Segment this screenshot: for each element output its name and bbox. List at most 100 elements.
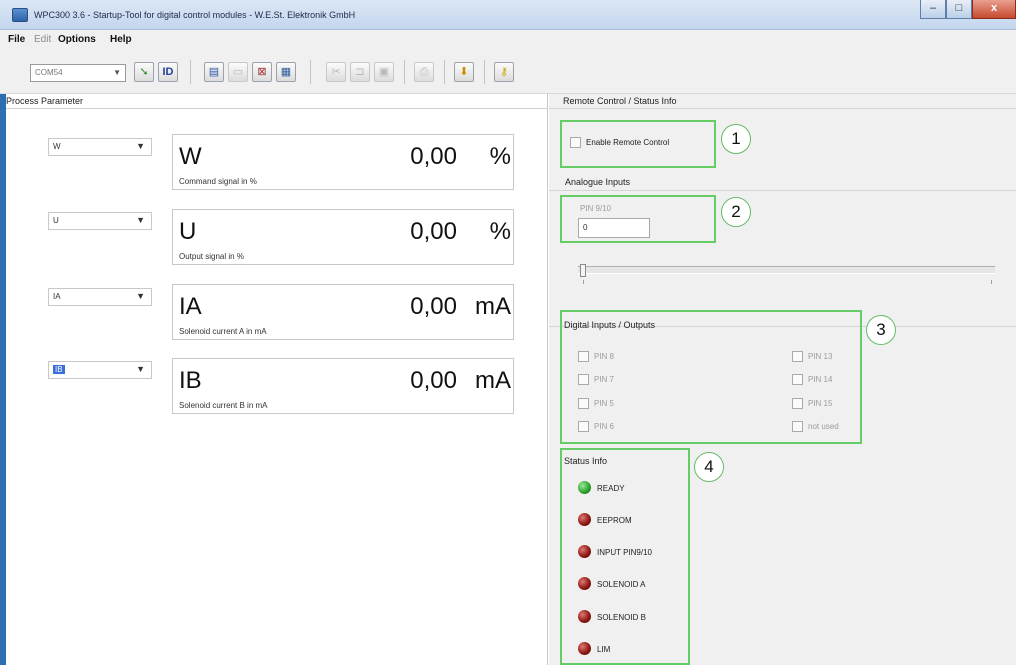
slider-tick xyxy=(583,280,584,284)
digital-pin-label: PIN 8 xyxy=(594,352,615,361)
analogue-slider-track xyxy=(578,266,995,274)
digital-pin-checkbox[interactable] xyxy=(792,421,803,432)
enable-remote-checkbox[interactable] xyxy=(570,137,581,148)
oscilloscope-icon[interactable]: ⊠ xyxy=(252,62,272,82)
chevron-down-icon: ▼ xyxy=(136,141,145,151)
key-icon[interactable]: ⚷ xyxy=(494,62,514,82)
toolbar-separator xyxy=(190,60,191,84)
parameter-select-value: U xyxy=(53,216,59,225)
annotation-marker-1: 1 xyxy=(721,124,751,154)
save-icon[interactable]: ▣ xyxy=(374,62,394,82)
monitor-icon[interactable]: ▭ xyxy=(228,62,248,82)
display-label: W xyxy=(179,143,202,170)
close-button[interactable]: x xyxy=(972,0,1016,19)
menu-edit[interactable]: Edit xyxy=(34,34,51,45)
app-icon xyxy=(12,8,28,22)
digital-pin-label: PIN 14 xyxy=(808,375,833,384)
maximize-button[interactable]: □ xyxy=(946,0,972,19)
parameter-view-icon[interactable]: ▤ xyxy=(204,62,224,82)
digital-pin-checkbox[interactable] xyxy=(578,398,589,409)
connect-icon[interactable]: ➘ xyxy=(134,62,154,82)
toolbar-separator xyxy=(444,60,445,84)
parameter-select-value: W xyxy=(53,142,61,151)
id-icon[interactable]: ID xyxy=(158,62,178,82)
status-label: SOLENOID A xyxy=(597,580,646,589)
status-label: LIM xyxy=(597,645,611,654)
divider xyxy=(0,108,548,109)
annotation-marker-3: 3 xyxy=(866,315,896,345)
digital-pin-label: PIN 7 xyxy=(594,375,615,384)
digital-pin-checkbox[interactable] xyxy=(578,374,589,385)
display-description: Solenoid current B in mA xyxy=(179,401,268,410)
diagram-icon[interactable]: ▦ xyxy=(276,62,296,82)
display-value: 0,00 xyxy=(410,293,457,320)
menu-help[interactable]: Help xyxy=(110,34,132,45)
open-icon[interactable]: ⊐ xyxy=(350,62,370,82)
window-controls: – □ x xyxy=(920,0,1016,20)
status-led-solenoid-a xyxy=(578,577,591,590)
toolbar-separator xyxy=(404,60,405,84)
cut-icon[interactable]: ✂ xyxy=(326,62,346,82)
status-led-solenoid-b xyxy=(578,610,591,623)
enable-remote-label: Enable Remote Control xyxy=(586,138,670,147)
status-led-eeprom xyxy=(578,513,591,526)
com-port-select[interactable]: COM54 ▼ xyxy=(30,64,126,82)
status-label: SOLENOID B xyxy=(597,613,646,622)
value-display-w: W 0,00 % Command signal in % xyxy=(172,134,514,190)
parameter-select-ib[interactable]: IB ▼ xyxy=(48,361,152,379)
toolbar-separator xyxy=(310,60,311,84)
digital-pin-checkbox[interactable] xyxy=(792,351,803,362)
parameter-select-u[interactable]: U ▼ xyxy=(48,212,152,230)
divider xyxy=(549,108,1016,109)
display-unit: % xyxy=(489,218,511,245)
display-description: Command signal in % xyxy=(179,177,257,186)
analogue-pin-label: PIN 9/10 xyxy=(580,204,612,213)
display-description: Output signal in % xyxy=(179,252,244,261)
parameter-select-w[interactable]: W ▼ xyxy=(48,138,152,156)
digital-pin-label: PIN 6 xyxy=(594,422,615,431)
title-bar: WPC300 3.6 - Startup-Tool for digital co… xyxy=(0,0,1016,30)
value-display-ia: IA 0,00 mA Solenoid current A in mA xyxy=(172,284,514,340)
digital-io-heading: Digital Inputs / Outputs xyxy=(564,320,656,330)
status-label: EEPROM xyxy=(597,516,632,525)
digital-pin-checkbox[interactable] xyxy=(792,398,803,409)
chevron-down-icon: ▼ xyxy=(136,364,145,374)
status-label: READY xyxy=(597,484,625,493)
display-value: 0,00 xyxy=(410,143,457,170)
window-title: WPC300 3.6 - Startup-Tool for digital co… xyxy=(34,10,356,20)
slider-tick xyxy=(991,280,992,284)
digital-pin-checkbox[interactable] xyxy=(578,421,589,432)
parameter-select-value: IB xyxy=(53,365,65,374)
display-label: IB xyxy=(179,367,202,394)
digital-pin-label: not used xyxy=(808,422,839,431)
analogue-inputs-heading: Analogue Inputs xyxy=(565,177,631,187)
display-unit: % xyxy=(489,143,511,170)
minimize-button[interactable]: – xyxy=(920,0,946,19)
menu-options[interactable]: Options xyxy=(58,34,96,45)
status-led-ready xyxy=(578,481,591,494)
chevron-down-icon: ▼ xyxy=(113,68,121,77)
annotation-marker-4: 4 xyxy=(694,452,724,482)
chevron-down-icon: ▼ xyxy=(136,291,145,301)
analogue-slider-thumb[interactable] xyxy=(580,264,586,277)
display-unit: mA xyxy=(475,367,511,394)
print-icon[interactable]: ⎙ xyxy=(414,62,434,82)
status-led-lim xyxy=(578,642,591,655)
display-label: U xyxy=(179,218,197,245)
value-display-ib: IB 0,00 mA Solenoid current B in mA xyxy=(172,358,514,414)
digital-pin-label: PIN 5 xyxy=(594,399,615,408)
analogue-value-field[interactable]: 0 xyxy=(578,218,650,238)
value-display-u: U 0,00 % Output signal in % xyxy=(172,209,514,265)
parameter-select-value: IA xyxy=(53,292,61,301)
remote-control-panel: Remote Control / Status Info Enable Remo… xyxy=(549,94,1016,665)
menu-file[interactable]: File xyxy=(8,34,25,45)
window-edge xyxy=(0,94,6,665)
digital-pin-checkbox[interactable] xyxy=(578,351,589,362)
parameter-select-ia[interactable]: IA ▼ xyxy=(48,288,152,306)
toolbar: COM54 ▼ ➘ ID ▤ ▭ ⊠ ▦ ✂ ⊐ ▣ ⎙ ⬇ ⚷ xyxy=(0,50,1016,94)
status-label: INPUT PIN9/10 xyxy=(597,548,652,557)
com-port-value: COM54 xyxy=(35,68,63,77)
digital-pin-checkbox[interactable] xyxy=(792,374,803,385)
display-value: 0,00 xyxy=(410,367,457,394)
download-icon[interactable]: ⬇ xyxy=(454,62,474,82)
